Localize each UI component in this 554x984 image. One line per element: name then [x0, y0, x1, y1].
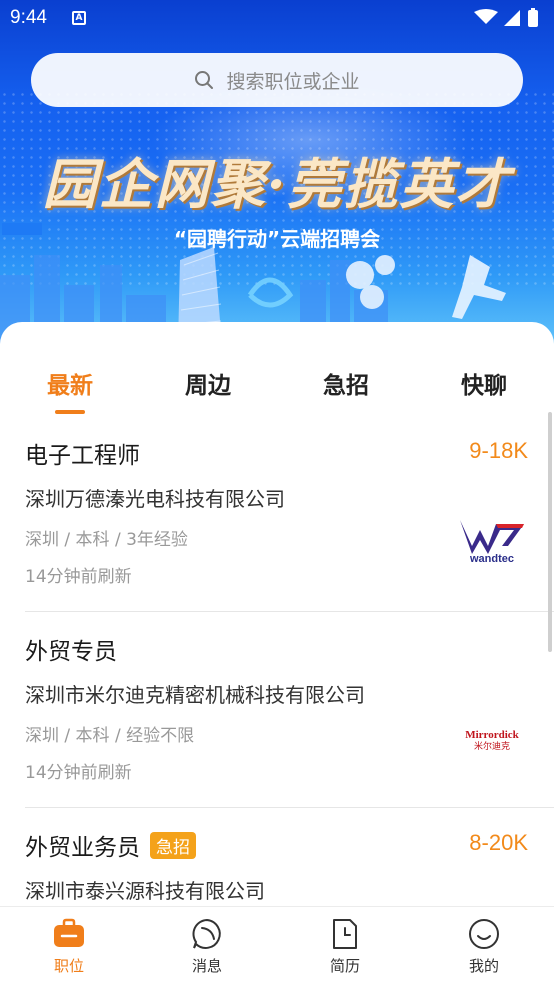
refresh-time: 14分钟前刷新 [25, 763, 132, 783]
company-name: 深圳市泰兴源科技有限公司 [25, 879, 265, 903]
nav-label: 消息 [191, 957, 222, 975]
job-card[interactable]: 电子工程师 9-18K 深圳万德溱光电科技有限公司 深圳 / 本科 / 3年经验… [0, 416, 554, 612]
wifi-icon [474, 9, 498, 24]
nav-label: 简历 [329, 957, 360, 975]
nav-label: 职位 [53, 957, 84, 975]
scrollbar[interactable] [548, 412, 552, 652]
svg-text:Mirrordick: Mirrordick [465, 729, 519, 741]
refresh-time: 14分钟前刷新 [25, 567, 132, 587]
company-name: 深圳万德溱光电科技有限公司 [25, 487, 285, 511]
job-salary: 9-18K [469, 438, 528, 463]
job-salary: 8-20K [469, 830, 528, 855]
job-title: 外贸业务员 急招 [25, 828, 196, 862]
urgent-badge: 急招 [150, 831, 196, 859]
notification-a-icon: A [72, 11, 86, 25]
search-icon [195, 71, 214, 89]
job-tabs: 最新 周边 急招 快聊 [0, 322, 554, 414]
job-title-text: 外贸业务员 [25, 835, 140, 861]
resume-icon [333, 919, 357, 949]
job-card[interactable]: 外贸专员 深圳市米尔迪克精密机械科技有限公司 深圳 / 本科 / 经验不限 14… [0, 612, 554, 808]
job-list-card: 最新 周边 急招 快聊 电子工程师 9-18K 深圳万德溱光电科技有限公司 深圳… [0, 322, 554, 912]
battery-icon [528, 10, 538, 27]
job-requirements: 深圳 / 本科 / 经验不限 [25, 726, 195, 746]
tab-urgent[interactable]: 急招 [296, 366, 396, 400]
banner-subtitle: “园聘行动”云端招聘会 [173, 227, 381, 251]
signal-icon [504, 10, 520, 26]
message-icon [192, 918, 221, 949]
status-time: 9:44 [10, 7, 47, 28]
nav-jobs[interactable]: 职位 [29, 917, 109, 976]
briefcase-icon [54, 918, 84, 947]
company-name: 深圳市米尔迪克精密机械科技有限公司 [25, 683, 365, 707]
job-title: 外贸专员 [25, 632, 117, 666]
job-title: 电子工程师 [25, 436, 140, 470]
job-title-text: 电子工程师 [25, 443, 140, 469]
tab-nearby[interactable]: 周边 [158, 366, 258, 400]
company-logo-wandtec: wandtec [460, 520, 524, 564]
svg-text:米尔迪克: 米尔迪克 [474, 740, 510, 752]
status-bar: 9:44 A [0, 0, 554, 36]
job-title-text: 外贸专员 [25, 639, 117, 665]
bottom-nav: 职位 消息 简历 我的 [0, 906, 554, 984]
nav-label: 我的 [468, 957, 499, 975]
job-card[interactable]: 外贸业务员 急招 8-20K 深圳市泰兴源科技有限公司 [0, 808, 554, 912]
nav-resume[interactable]: 简历 [305, 917, 385, 976]
banner-title: 园企网聚·莞揽英才 [42, 152, 512, 216]
nav-messages[interactable]: 消息 [167, 917, 247, 976]
header-banner[interactable]: 9:44 A 搜索职位或企业 园企网聚·莞揽英才 “园聘行动”云端招聘会 [0, 0, 554, 345]
job-requirements: 深圳 / 本科 / 3年经验 [25, 530, 188, 550]
active-tab-indicator [55, 410, 85, 414]
search-bar[interactable]: 搜索职位或企业 [31, 53, 523, 107]
search-placeholder: 搜索职位或企业 [226, 70, 360, 93]
tab-latest[interactable]: 最新 [20, 366, 120, 400]
profile-icon [469, 919, 499, 949]
svg-text:wandtec: wandtec [469, 553, 514, 564]
nav-profile[interactable]: 我的 [444, 917, 524, 976]
tab-quick-chat[interactable]: 快聊 [434, 366, 534, 400]
status-icons [474, 8, 538, 27]
company-logo-mirrordick: Mirrordick 米尔迪克 [465, 729, 519, 752]
